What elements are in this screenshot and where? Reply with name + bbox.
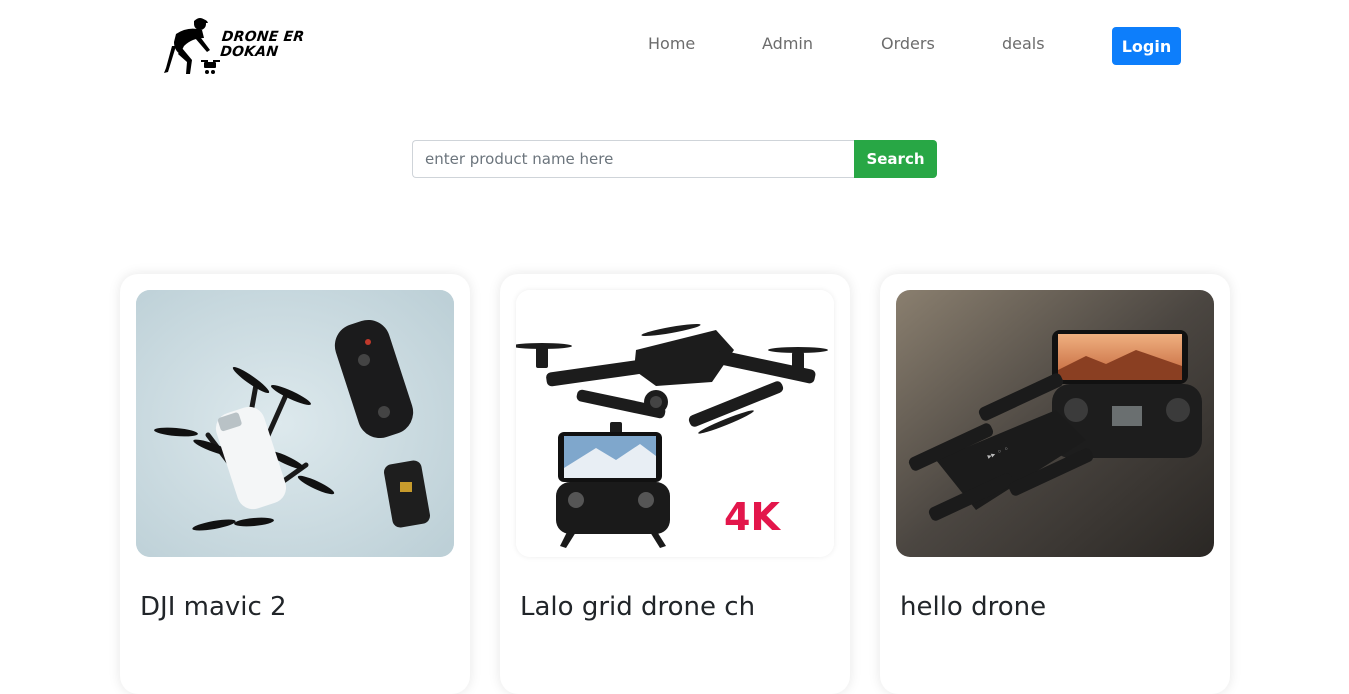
search-button[interactable]: Search [854, 140, 937, 178]
product-image: 4K [516, 290, 834, 557]
search-bar: Search [412, 140, 937, 178]
product-image: ▸▸ ◦ ◦ [896, 290, 1214, 557]
nav-link-orders[interactable]: Orders [881, 34, 935, 53]
nav-link-deals[interactable]: deals [1002, 34, 1045, 53]
drone-pilot-silhouette-icon [164, 18, 220, 74]
product-title: Lalo grid drone ch [520, 592, 756, 622]
product-card[interactable]: DJI mavic 2 [120, 274, 470, 694]
nav-link-admin[interactable]: Admin [762, 34, 813, 53]
login-button[interactable]: Login [1112, 27, 1181, 65]
brand-logo[interactable]: DRONE ER DOKAN [162, 16, 312, 78]
product-card[interactable]: 4K Lalo grid drone ch [500, 274, 850, 694]
brand-name-line1: DRONE ER [221, 29, 306, 45]
product-card[interactable]: ▸▸ ◦ ◦ hello drone [880, 274, 1230, 694]
product-badge: 4K [724, 495, 781, 539]
product-title: hello drone [900, 592, 1047, 622]
product-title: DJI mavic 2 [140, 592, 287, 622]
nav-link-home[interactable]: Home [648, 34, 695, 53]
brand-name-line2: DOKAN [219, 44, 280, 60]
navbar: DRONE ER DOKAN Home Admin Orders deals L… [0, 0, 1349, 92]
brand-name: DRONE ER DOKAN [219, 29, 306, 60]
product-image [136, 290, 454, 557]
search-input[interactable] [412, 140, 854, 178]
